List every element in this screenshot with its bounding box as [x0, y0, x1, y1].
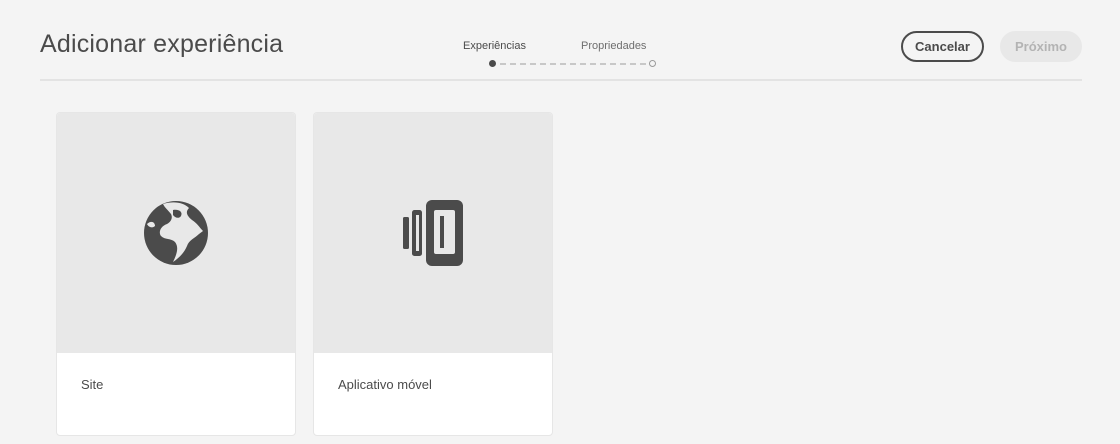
next-button[interactable]: Próximo — [1000, 31, 1082, 62]
step-propriedades-dot — [649, 60, 656, 67]
step-experiencias-dot — [489, 60, 496, 67]
card-label-site: Site — [81, 377, 104, 392]
page-title: Adicionar experiência — [40, 30, 284, 58]
step-propriedades-label: Propriedades — [581, 40, 647, 52]
card-thumbnail — [314, 113, 552, 353]
card-label-mobile-app: Aplicativo móvel — [338, 377, 432, 392]
mobile-app-icon — [403, 200, 463, 266]
card-mobile-app[interactable]: Aplicativo móvel — [313, 112, 553, 436]
cancel-button[interactable]: Cancelar — [901, 31, 984, 62]
globe-icon — [144, 201, 208, 265]
card-thumbnail — [57, 113, 295, 353]
wizard-stepper: Experiências Propriedades — [460, 40, 656, 72]
step-connector — [500, 63, 646, 65]
card-site[interactable]: Site — [56, 112, 296, 436]
step-experiencias-label: Experiências — [463, 40, 526, 52]
page-header: Adicionar experiência Experiências Propr… — [40, 0, 1082, 81]
